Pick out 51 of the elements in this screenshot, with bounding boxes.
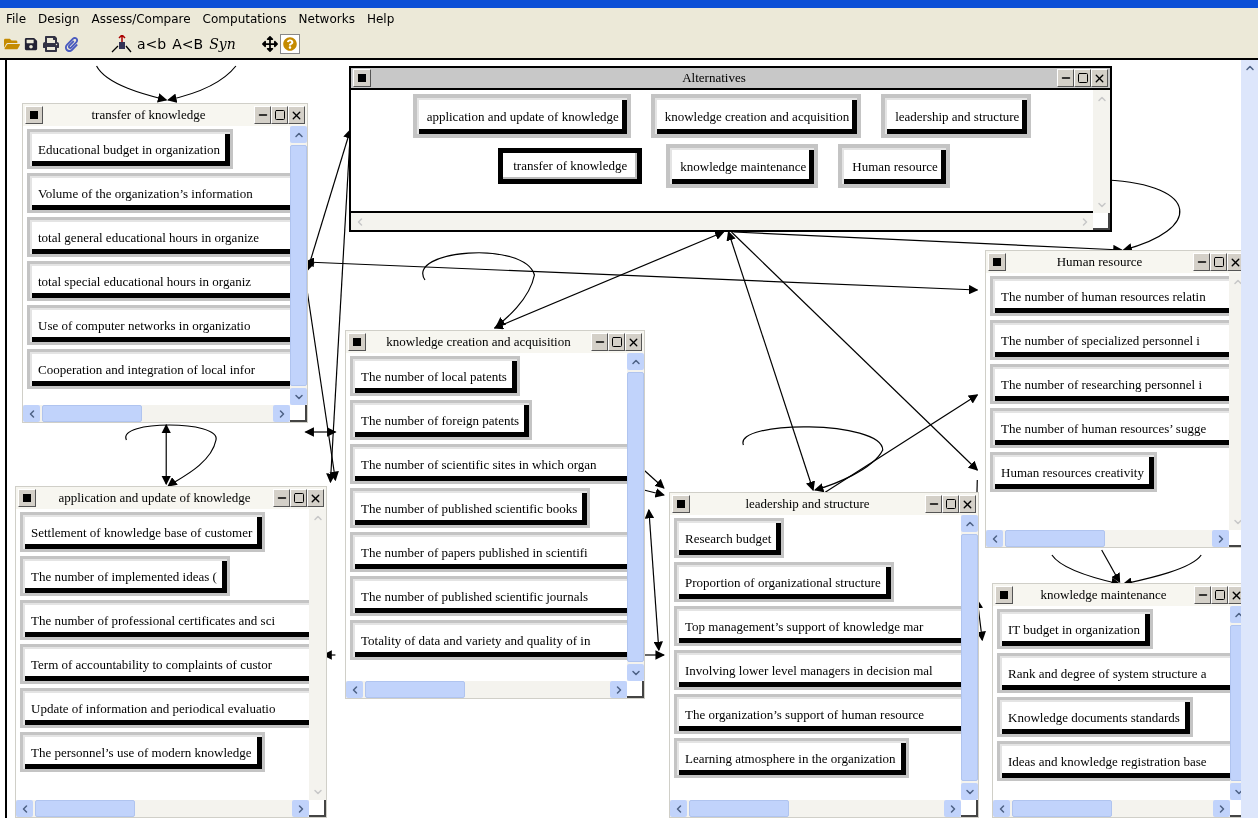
- node-button[interactable]: The number of specialized personnel i: [993, 323, 1229, 357]
- toolbar-button[interactable]: Syn: [209, 33, 236, 55]
- node-button[interactable]: Human resources creativity: [993, 455, 1154, 489]
- window-title: transfer of knowledge: [90, 106, 207, 125]
- menu-item[interactable]: Networks: [298, 10, 355, 28]
- window-title: knowledge maintenance: [1039, 586, 1168, 605]
- toolbar-button[interactable]: A<B: [172, 33, 204, 55]
- node-button[interactable]: The number of human resources’ sugge: [993, 411, 1229, 445]
- node-button[interactable]: Rank and degree of system structure a: [1000, 656, 1230, 690]
- node-button[interactable]: The number of local patents: [353, 359, 517, 393]
- node-button[interactable]: total general educational hours in organize: [30, 220, 290, 254]
- node-button[interactable]: Educational budget in organization: [30, 132, 231, 166]
- node-button[interactable]: The number of published scientific journals: [353, 579, 627, 613]
- node-button[interactable]: Research budget: [677, 521, 782, 555]
- window-title: Alternatives: [681, 69, 747, 88]
- node-button[interactable]: Volume of the organization’s information: [30, 176, 290, 210]
- node-button[interactable]: Learning atmosphere in the organization: [677, 741, 906, 775]
- window-title: knowledge creation and acquisition: [385, 333, 572, 352]
- node-button[interactable]: Knowledge documents standards: [1000, 700, 1190, 734]
- node-button[interactable]: total special educational hours in organiz: [30, 264, 290, 298]
- node-button[interactable]: The number of human resources relatin: [993, 279, 1229, 313]
- node-button[interactable]: The personnel’s use of modern knowledge: [23, 735, 262, 769]
- toolbar-button[interactable]: a<b: [137, 33, 167, 55]
- window-title: leadership and structure: [744, 495, 871, 514]
- menu-item[interactable]: Computations: [202, 10, 287, 28]
- node-button[interactable]: IT budget in organization: [1000, 612, 1151, 646]
- menu-item[interactable]: File: [6, 10, 27, 28]
- node-button[interactable]: Term of accountability to complaints of custor: [23, 647, 309, 681]
- node-button[interactable]: The number of professional certificates and sci: [23, 603, 309, 637]
- window-title: Human resource: [1055, 253, 1144, 272]
- node-button[interactable]: The organization’s support of human resource: [677, 697, 961, 731]
- node-button[interactable]: Ideas and knowledge registration base: [1000, 744, 1230, 778]
- node-button[interactable]: Proportion of organizational structure: [677, 565, 891, 599]
- node-button[interactable]: Involving lower level managers in decision mal: [677, 653, 961, 687]
- node-button[interactable]: The number of foreign patents: [353, 403, 530, 437]
- node-button[interactable]: Update of information and periodical evaluatio: [23, 691, 309, 725]
- menu-item[interactable]: Help: [366, 10, 395, 28]
- node-button[interactable]: The number of researching personnel i: [993, 367, 1229, 401]
- node-button[interactable]: Cooperation and integration of local infor: [30, 352, 290, 386]
- alternative-button[interactable]: transfer of knowledge: [498, 148, 643, 184]
- node-button[interactable]: The number of published scientific books: [353, 491, 588, 525]
- node-button[interactable]: The number of scientific sites in which organ: [353, 447, 627, 481]
- node-button[interactable]: The number of papers published in scientifi: [353, 535, 627, 569]
- menu-item[interactable]: Assess/Compare: [91, 10, 191, 28]
- node-button[interactable]: The number of implemented ideas (: [23, 559, 227, 593]
- node-button[interactable]: Top management’s support of knowledge mar: [677, 609, 961, 643]
- node-button[interactable]: Totality of data and variety and quality of in: [353, 623, 627, 657]
- window-title: application and update of knowledge: [57, 489, 252, 508]
- node-button[interactable]: Use of computer networks in organizatio: [30, 308, 290, 342]
- menu-item[interactable]: Design: [38, 10, 80, 28]
- node-button[interactable]: Settlement of knowledge base of customer: [23, 515, 263, 549]
